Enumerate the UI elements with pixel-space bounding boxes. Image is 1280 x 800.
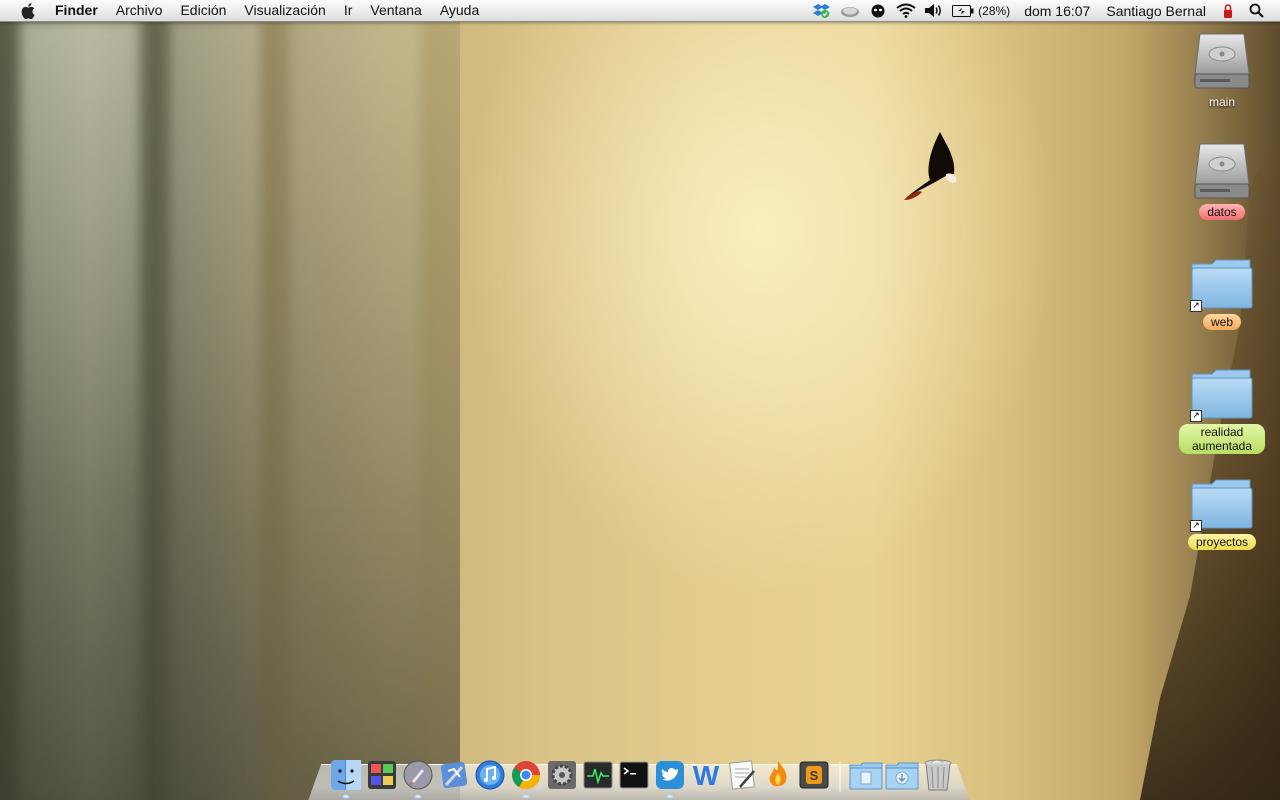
desktop-icon-label: datos [1199,204,1245,220]
folder-alias: ↗ [1190,366,1254,422]
xcode-icon[interactable] [437,758,471,792]
flame-app-icon[interactable] [761,758,795,792]
cloud-sync-icon[interactable] [839,0,861,21]
desktop-icon-label: realidad aumentada [1179,424,1265,454]
menu-ventana[interactable]: Ventana [361,0,430,21]
system-preferences-icon[interactable] [545,758,579,792]
desktop-icon-proyectos[interactable]: ↗ proyectos [1177,476,1267,550]
alias-arrow-icon: ↗ [1190,410,1202,422]
itunes-icon[interactable] [473,758,507,792]
battery-status[interactable]: (28%) [952,4,1010,18]
menu-archivo[interactable]: Archivo [107,0,172,21]
trash-icon[interactable] [921,758,955,792]
desktop-icon-datos[interactable]: datos [1177,140,1267,220]
running-indicator [415,795,421,798]
dock-separator [839,762,841,792]
menu-user-name[interactable]: Santiago Bernal [1106,3,1206,19]
menu-ir[interactable]: Ir [335,0,362,21]
activity-monitor-icon[interactable] [581,758,615,792]
running-indicator [523,795,529,798]
wallpaper-waterfall [290,20,420,800]
textedit-icon[interactable] [725,758,759,792]
wallpaper-waterfall [20,20,140,800]
alias-arrow-icon: ↗ [1190,300,1202,312]
menu-clock[interactable]: dom 16:07 [1024,3,1090,19]
volume-icon[interactable] [923,0,945,21]
svg-text:S: S [810,768,819,783]
desktop-icon-web[interactable]: ↗ web [1177,256,1267,330]
menu-edicion[interactable]: Edición [171,0,235,21]
desktop-icon-label: proyectos [1187,534,1257,550]
alias-arrow-icon: ↗ [1190,520,1202,532]
sublime-text-icon[interactable]: S [797,758,831,792]
svg-text:W: W [693,760,720,791]
finder-icon[interactable] [329,758,363,798]
running-indicator [667,795,673,798]
wallpaper-waterfall [170,20,260,800]
folder-alias: ↗ [1190,476,1254,532]
menu-ayuda[interactable]: Ayuda [431,0,488,21]
apple-logo-icon[interactable] [20,2,36,19]
running-indicator [343,795,349,798]
lock-status-icon[interactable] [1217,0,1239,21]
downloads-stack-icon[interactable] [885,758,919,792]
menu-bar: Finder Archivo Edición Visualización Ir … [0,0,1280,22]
battery-charging-icon [952,4,974,17]
spotlight-search-icon[interactable] [1245,0,1267,21]
alien-icon[interactable] [867,0,889,21]
desktop-icon-main[interactable]: main [1177,30,1267,110]
documents-stack-icon[interactable] [849,758,883,792]
terminal-icon[interactable] [617,758,651,792]
folder-alias: ↗ [1190,256,1254,312]
desktop-icon-label: web [1202,314,1241,330]
desktop-icon-realidad-aumentada[interactable]: ↗ realidad aumentada [1177,366,1267,454]
wifi-icon[interactable] [895,0,917,21]
desktop-icon-label: main [1208,95,1235,109]
photo-booth-icon[interactable] [365,758,399,792]
word-icon[interactable]: W [689,758,723,792]
twitter-icon[interactable] [653,758,687,798]
hard-drive-icon [1194,143,1250,199]
battery-percentage: (28%) [978,3,1011,18]
menu-app-finder[interactable]: Finder [46,0,107,21]
eagle-wallpaper-detail [904,132,957,200]
chrome-icon[interactable] [509,758,543,798]
dropbox-icon[interactable] [811,0,833,21]
dock: W S [328,752,956,798]
menu-visualizacion[interactable]: Visualización [235,0,334,21]
hard-drive-icon [1194,33,1250,89]
launchpad-icon[interactable] [401,758,435,798]
